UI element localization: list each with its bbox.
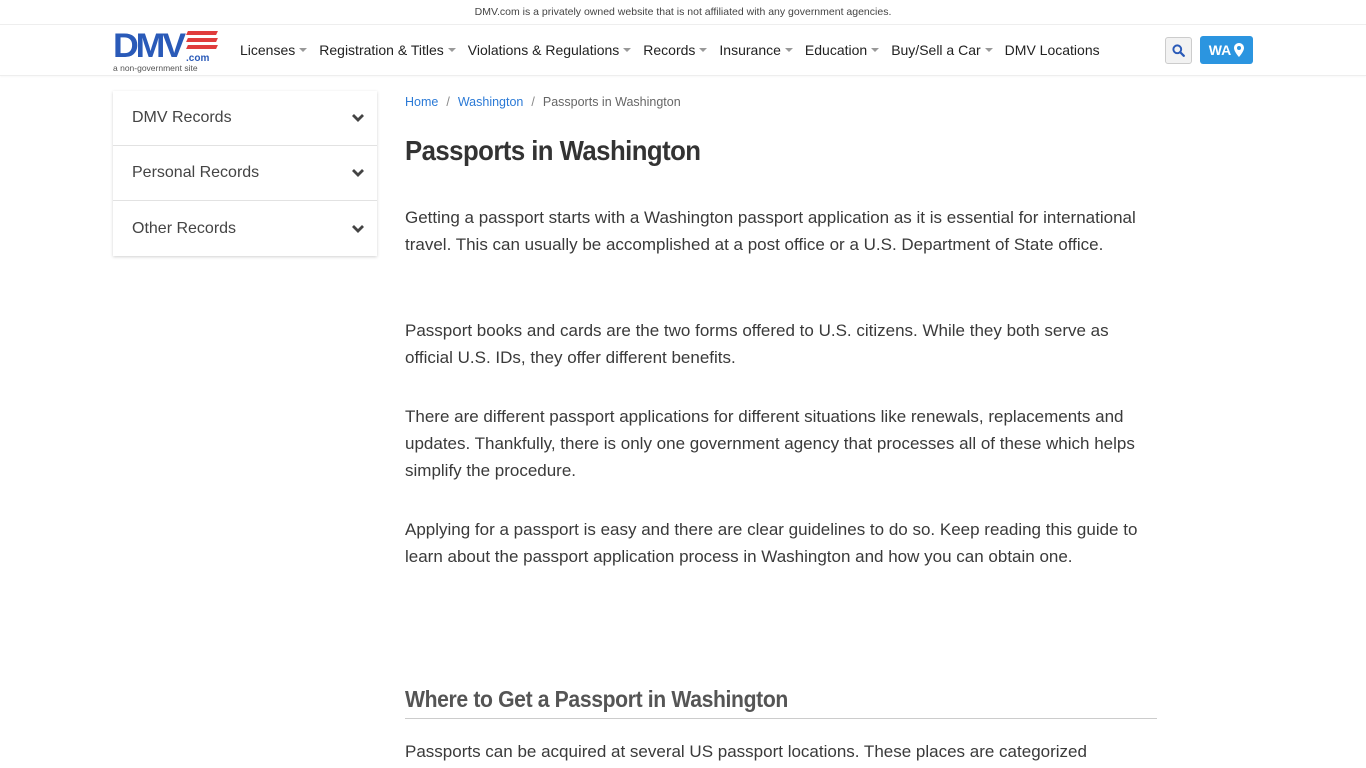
chevron-down-icon bbox=[352, 114, 364, 122]
caret-down-icon bbox=[699, 48, 708, 52]
nav-label: DMV Locations bbox=[1004, 42, 1100, 58]
breadcrumb: Home / Washington / Passports in Washington bbox=[405, 91, 1157, 113]
nav-label: Licenses bbox=[240, 42, 296, 58]
sidebar-item-label: Personal Records bbox=[132, 164, 260, 181]
nav-education[interactable]: Education bbox=[804, 42, 880, 58]
section-paragraph: Passports can be acquired at several US … bbox=[405, 742, 1087, 761]
caret-down-icon bbox=[623, 48, 632, 52]
sidebar-item-dmv-records[interactable]: DMV Records bbox=[113, 91, 377, 146]
intro-paragraph-2: Passport books and cards are the two for… bbox=[405, 321, 1109, 367]
intro-paragraph-1: Getting a passport starts with a Washing… bbox=[405, 208, 1136, 254]
caret-down-icon bbox=[784, 48, 793, 52]
nav-label: Insurance bbox=[719, 42, 781, 58]
intro-paragraph-3: There are different passport application… bbox=[405, 407, 1135, 480]
sidebar-item-other-records[interactable]: Other Records bbox=[113, 201, 377, 256]
nav-label: Buy/Sell a Car bbox=[891, 42, 981, 58]
breadcrumb-current: Passports in Washington bbox=[542, 95, 681, 109]
nav-label: Records bbox=[643, 42, 696, 58]
breadcrumb-separator: / bbox=[531, 95, 535, 109]
nav-buy-sell-car[interactable]: Buy/Sell a Car bbox=[891, 42, 993, 58]
records-sidebar: DMV Records Personal Records Other Recor… bbox=[113, 91, 377, 256]
nav-label: Education bbox=[804, 42, 868, 58]
chevron-down-icon bbox=[352, 224, 364, 233]
nav-label: Registration & Titles bbox=[319, 42, 444, 58]
nav-dmv-locations[interactable]: DMV Locations bbox=[1005, 42, 1100, 58]
nav-violations-regulations[interactable]: Violations & Regulations bbox=[468, 42, 632, 58]
section-heading-text: Where to Get a Passport in Washington bbox=[405, 686, 788, 712]
nav-licenses[interactable]: Licenses bbox=[240, 42, 308, 58]
main-nav: Licenses Registration & Titles Violation… bbox=[240, 25, 1112, 75]
state-label: WA bbox=[1208, 42, 1232, 58]
disclaimer-text: DMV.com is a privately owned website tha… bbox=[474, 6, 892, 18]
intro-paragraph-4: Applying for a passport is easy and ther… bbox=[405, 520, 1138, 566]
breadcrumb-home-link[interactable]: Home bbox=[405, 95, 438, 109]
site-logo[interactable]: DMV .com a non-government site bbox=[113, 29, 221, 73]
sidebar-item-label: DMV Records bbox=[132, 109, 232, 126]
page-title: Passports in Washington bbox=[405, 135, 701, 166]
nav-records[interactable]: Records bbox=[643, 42, 708, 58]
caret-down-icon bbox=[984, 48, 993, 52]
nav-insurance[interactable]: Insurance bbox=[719, 42, 793, 58]
state-selector-button[interactable]: WA bbox=[1200, 36, 1253, 64]
site-header: DMV .com a non-government site Licenses … bbox=[0, 25, 1366, 76]
logo-flag-icon bbox=[186, 31, 218, 55]
sidebar-item-label: Other Records bbox=[132, 219, 237, 237]
breadcrumb-state-link[interactable]: Washington bbox=[458, 95, 524, 109]
caret-down-icon bbox=[447, 48, 456, 52]
search-button[interactable] bbox=[1165, 37, 1192, 64]
sidebar-item-personal-records[interactable]: Personal Records bbox=[113, 146, 377, 201]
caret-down-icon bbox=[299, 48, 308, 52]
chevron-down-icon bbox=[352, 169, 364, 177]
disclaimer-bar: DMV.com is a privately owned website tha… bbox=[0, 0, 1366, 25]
map-marker-icon bbox=[1234, 43, 1245, 57]
search-icon bbox=[1172, 44, 1185, 57]
nav-registration-titles[interactable]: Registration & Titles bbox=[319, 42, 456, 58]
breadcrumb-separator: / bbox=[446, 95, 450, 109]
main-content: Home / Washington / Passports in Washington … bbox=[405, 91, 1157, 761]
logo-wordmark: DMV bbox=[113, 27, 186, 65]
logo-tagline: a non-government site bbox=[113, 63, 198, 73]
caret-down-icon bbox=[871, 48, 880, 52]
nav-label: Violations & Regulations bbox=[467, 42, 620, 58]
section-heading: Where to Get a Passport in Washington bbox=[405, 686, 1157, 719]
